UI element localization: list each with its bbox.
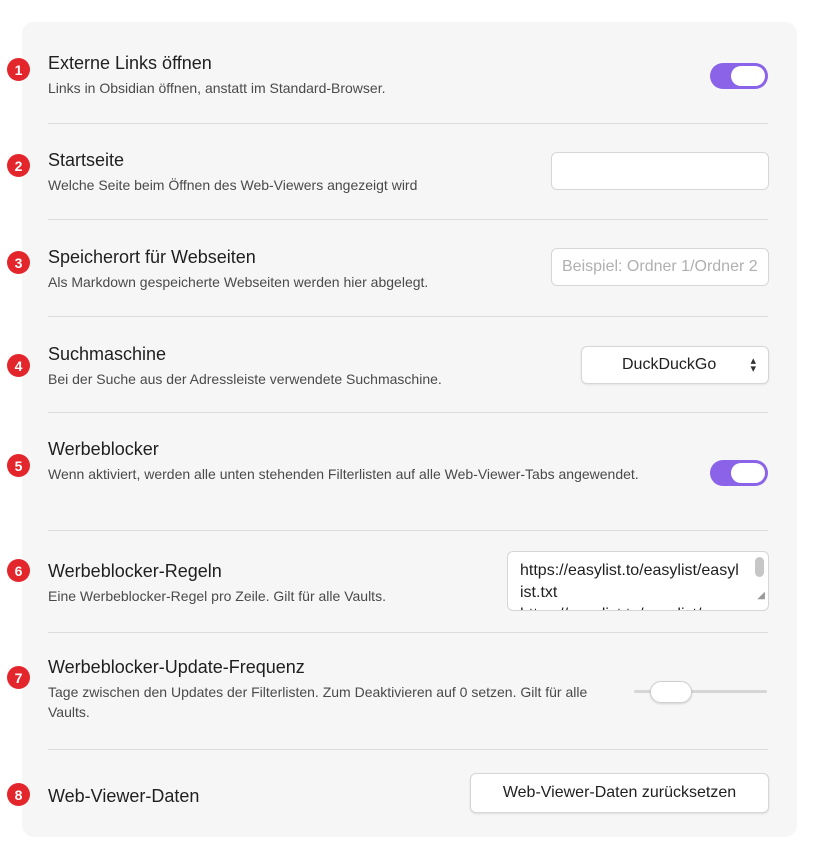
- update-frequency-slider-thumb[interactable]: [650, 681, 693, 703]
- setting-external-links: Externe Links öffnen Links in Obsidian ö…: [48, 52, 768, 98]
- adblocker-rules-textarea[interactable]: https://easylist.to/easylist/easylist.tx…: [507, 551, 769, 611]
- setting-title: Werbeblocker-Regeln: [48, 561, 222, 581]
- setting-description: Links in Obsidian öffnen, anstatt im Sta…: [48, 80, 386, 96]
- divider: [48, 530, 768, 531]
- annotation-badge-8: 8: [7, 783, 30, 806]
- reset-webviewer-data-button[interactable]: Web-Viewer-Daten zurücksetzen: [470, 773, 769, 813]
- annotation-badge-5: 5: [7, 454, 30, 477]
- homepage-input[interactable]: [551, 152, 769, 190]
- setting-description: Wenn aktiviert, werden alle unten stehen…: [48, 466, 639, 482]
- divider: [48, 632, 768, 633]
- setting-description: Tage zwischen den Updates der Filterlist…: [48, 684, 588, 720]
- setting-adblocker: Werbeblocker Wenn aktiviert, werden alle…: [48, 438, 688, 484]
- setting-title: Werbeblocker-Update-Frequenz: [48, 657, 305, 677]
- scrollbar[interactable]: [755, 557, 764, 577]
- toggle-knob: [731, 463, 765, 483]
- setting-title: Werbeblocker: [48, 439, 159, 459]
- annotation-badge-2: 2: [7, 154, 30, 177]
- search-engine-selected: DuckDuckGo: [622, 356, 717, 373]
- divider: [48, 219, 768, 220]
- divider: [48, 412, 768, 413]
- chevron-up-down-icon: ▴ ▾: [750, 355, 756, 375]
- annotation-badge-1: 1: [7, 58, 30, 81]
- annotation-badge-4: 4: [7, 354, 30, 377]
- annotation-badge-6: 6: [7, 559, 30, 582]
- resize-grip-icon[interactable]: ◢: [757, 585, 765, 607]
- divider: [48, 749, 768, 750]
- setting-description: Eine Werbeblocker-Regel pro Zeile. Gilt …: [48, 588, 386, 604]
- toggle-knob: [731, 66, 765, 86]
- divider: [48, 123, 768, 124]
- save-location-input[interactable]: Beispiel: Ordner 1/Ordner 2: [551, 248, 769, 286]
- adblocker-toggle[interactable]: [710, 460, 768, 486]
- adblocker-rules-text: https://easylist.to/easylist/easylist.tx…: [520, 562, 739, 610]
- divider: [48, 316, 768, 317]
- annotation-badge-3: 3: [7, 251, 30, 274]
- setting-update-frequency: Werbeblocker-Update-Frequenz Tage zwisch…: [48, 656, 588, 722]
- annotation-badge-7: 7: [7, 666, 30, 689]
- external-links-toggle[interactable]: [710, 63, 768, 89]
- setting-title: Externe Links öffnen: [48, 53, 212, 73]
- search-engine-select[interactable]: DuckDuckGo ▴ ▾: [581, 346, 769, 384]
- setting-adblocker-rules: Werbeblocker-Regeln Eine Werbeblocker-Re…: [48, 560, 488, 606]
